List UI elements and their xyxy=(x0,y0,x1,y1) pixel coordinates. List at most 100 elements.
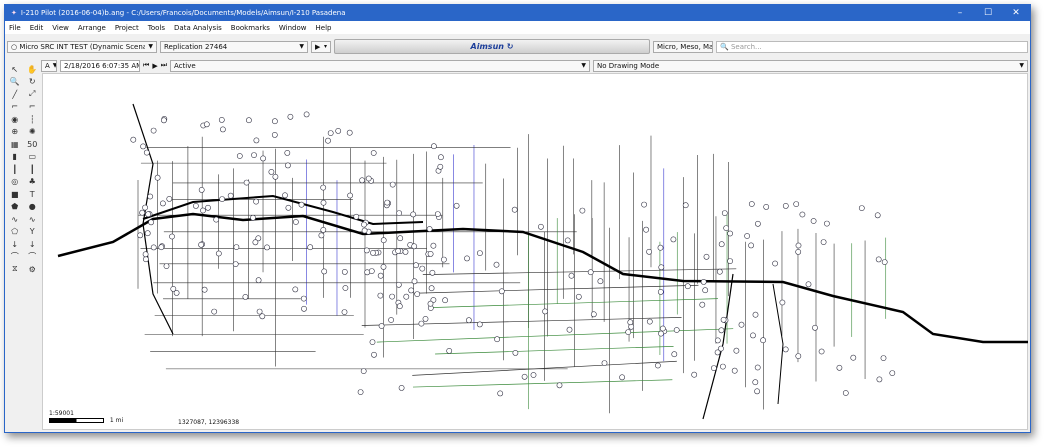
pentagon-tool-icon[interactable]: ⬠ xyxy=(11,227,18,236)
centroid-node[interactable] xyxy=(377,272,384,279)
centroid-node[interactable] xyxy=(755,220,761,227)
centroid-node[interactable] xyxy=(142,251,149,258)
centroid-node[interactable] xyxy=(752,311,759,318)
centroid-node[interactable] xyxy=(173,289,180,296)
centroid-node[interactable] xyxy=(292,286,299,293)
centroid-node[interactable] xyxy=(579,207,586,214)
menu-edit[interactable]: Edit xyxy=(30,24,44,32)
search-input[interactable]: 🔍 Search... xyxy=(716,40,1028,53)
centroid-node[interactable] xyxy=(752,379,759,386)
centroid-node[interactable] xyxy=(411,278,418,285)
centroid-node[interactable] xyxy=(198,241,204,248)
centroid-node[interactable] xyxy=(716,268,723,275)
centroid-node[interactable] xyxy=(219,126,226,133)
centroid-node[interactable] xyxy=(292,219,299,225)
centroid-node[interactable] xyxy=(874,212,881,219)
centroid-node[interactable] xyxy=(396,303,403,310)
centroid-node[interactable] xyxy=(498,288,505,295)
turn-alt-tool-icon[interactable]: ⌐ xyxy=(29,102,36,111)
centroid-node[interactable] xyxy=(166,196,173,202)
centroid-node[interactable] xyxy=(657,244,664,251)
centroid-node[interactable] xyxy=(419,265,426,272)
close-button[interactable]: ✕ xyxy=(1002,8,1030,18)
centroid-node[interactable] xyxy=(494,336,500,343)
centroid-node[interactable] xyxy=(255,277,262,284)
centroid-node[interactable] xyxy=(430,143,437,150)
centroid-node[interactable] xyxy=(820,239,827,245)
centroid-node[interactable] xyxy=(243,179,250,186)
connector-tool-icon[interactable]: ⤢ xyxy=(29,89,35,99)
centroid-node[interactable] xyxy=(723,225,730,231)
menu-project[interactable]: Project xyxy=(115,24,139,32)
centroid-node[interactable] xyxy=(259,313,266,320)
centroid-node[interactable] xyxy=(429,269,436,276)
maximize-button[interactable]: ☐ xyxy=(974,8,1002,18)
centroid-node[interactable] xyxy=(601,360,608,366)
centroid-node[interactable] xyxy=(566,326,573,333)
speed-tool-icon[interactable]: 50 xyxy=(27,140,37,149)
centroid-node[interactable] xyxy=(718,327,725,334)
polyline-tool-icon[interactable]: ∿ xyxy=(11,215,18,224)
centroid-node[interactable] xyxy=(465,317,472,324)
centroid-node[interactable] xyxy=(285,204,292,211)
play-menu-button[interactable]: ▶ ▾ xyxy=(311,40,331,53)
centroid-node[interactable] xyxy=(641,201,647,208)
skip-end-icon[interactable]: ⏭ xyxy=(161,61,167,70)
centroid-node[interactable] xyxy=(232,261,239,267)
centroid-node[interactable] xyxy=(782,346,789,353)
street-segment[interactable] xyxy=(414,284,699,294)
letter-select[interactable]: A ▼ xyxy=(41,59,57,72)
centroid-node[interactable] xyxy=(213,216,220,223)
centroid-node[interactable] xyxy=(335,128,342,134)
centroid-node[interactable] xyxy=(646,248,652,255)
network-map[interactable]: 1:59001 1 mi 1327087, 12396338 xyxy=(42,73,1028,430)
centroid-node[interactable] xyxy=(718,241,725,248)
centroid-node[interactable] xyxy=(476,250,483,256)
centroid-node[interactable] xyxy=(318,232,325,239)
meter-tool-icon[interactable]: ✺ xyxy=(29,127,36,136)
centroid-node[interactable] xyxy=(163,263,170,269)
centroid-node[interactable] xyxy=(575,293,582,300)
centroid-node[interactable] xyxy=(380,237,387,244)
centroid-node[interactable] xyxy=(464,255,470,262)
centroid-node[interactable] xyxy=(673,327,680,333)
centroid-node[interactable] xyxy=(810,218,817,224)
centroid-node[interactable] xyxy=(530,372,537,378)
pointer-tool-icon[interactable]: ↖ xyxy=(11,65,18,74)
centroid-node[interactable] xyxy=(369,339,376,345)
centroid-node[interactable] xyxy=(325,137,331,144)
centroid-node[interactable] xyxy=(795,242,802,249)
centroid-node[interactable] xyxy=(233,244,240,250)
menu-arrange[interactable]: Arrange xyxy=(78,24,106,32)
centroid-node[interactable] xyxy=(493,261,500,268)
block-tool-icon[interactable]: ■ xyxy=(11,190,19,199)
centroid-node[interactable] xyxy=(699,301,706,308)
datetime-input[interactable]: 2/18/2016 6:07:35 AM⇕ xyxy=(60,59,140,72)
street-segment[interactable] xyxy=(422,268,737,275)
centroid-node[interactable] xyxy=(250,214,256,221)
centroid-node[interactable] xyxy=(763,203,770,210)
tree-tool-icon[interactable]: ♣ xyxy=(29,177,36,186)
skip-start-icon[interactable]: ⏮ xyxy=(143,61,149,70)
menu-tools[interactable]: Tools xyxy=(148,24,165,32)
network-canvas[interactable] xyxy=(43,74,1031,432)
centroid-node[interactable] xyxy=(418,320,425,327)
centroid-node[interactable] xyxy=(200,207,206,214)
centroid-node[interactable] xyxy=(130,136,137,143)
centroid-node[interactable] xyxy=(750,332,756,339)
centroid-node[interactable] xyxy=(754,364,761,371)
centroid-node[interactable] xyxy=(201,286,208,293)
centroid-node[interactable] xyxy=(268,169,275,175)
centroid-node[interactable] xyxy=(748,242,754,249)
centroid-node[interactable] xyxy=(700,278,707,285)
centroid-node[interactable] xyxy=(658,264,665,271)
street-segment[interactable] xyxy=(376,328,734,343)
centroid-node[interactable] xyxy=(271,132,278,138)
centroid-node[interactable] xyxy=(426,226,433,232)
centroid-node[interactable] xyxy=(320,184,327,191)
centroid-node[interactable] xyxy=(627,319,634,326)
centroid-node[interactable] xyxy=(590,311,597,318)
vms-tool-icon[interactable]: ▦ xyxy=(11,140,19,149)
centroid-node[interactable] xyxy=(143,149,150,156)
menu-help[interactable]: Help xyxy=(316,24,332,32)
